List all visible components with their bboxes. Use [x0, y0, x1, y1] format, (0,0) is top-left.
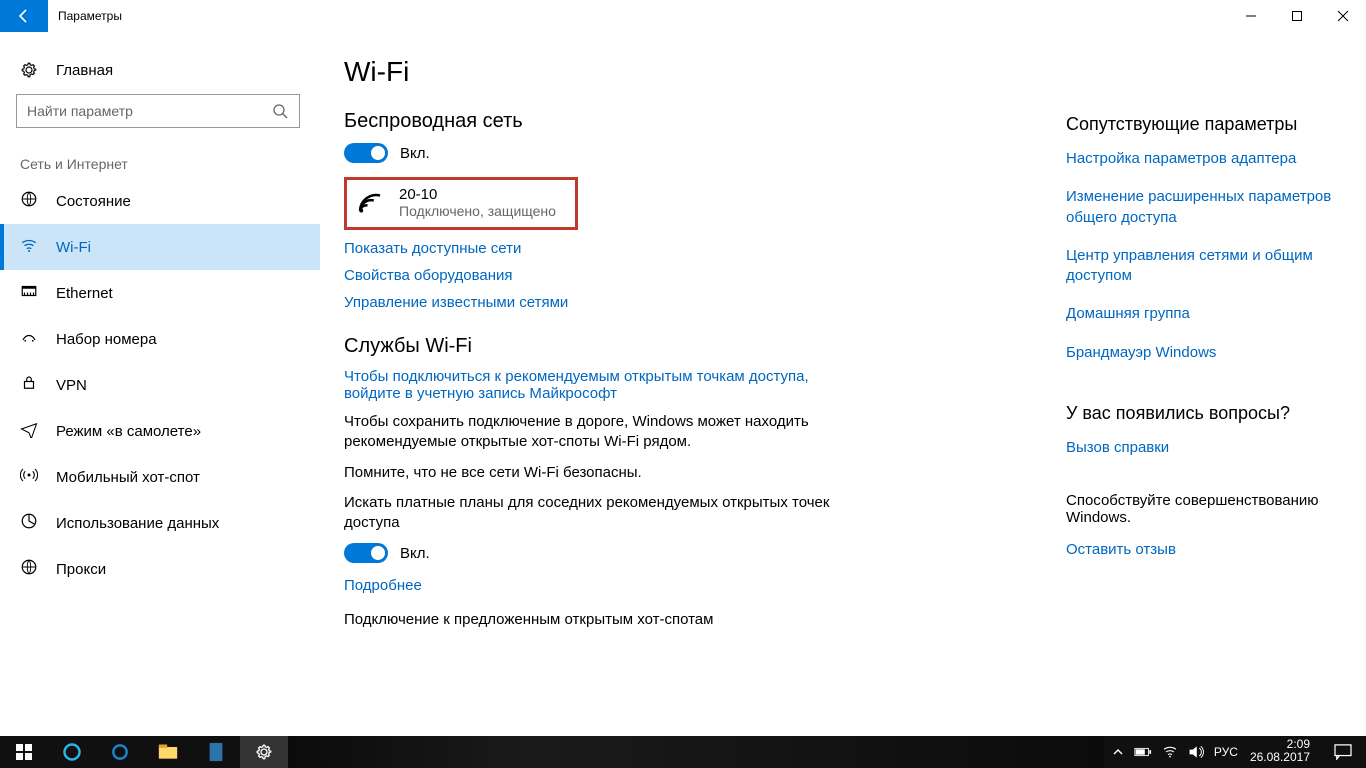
page-title: Wi-Fi [344, 56, 1046, 88]
sidebar-category: Сеть и Интернет [0, 138, 320, 178]
search-input[interactable]: Найти параметр [16, 94, 300, 128]
para-warn: Помните, что не все сети Wi-Fi безопасны… [344, 463, 864, 483]
link-show-networks[interactable]: Показать доступные сети [344, 240, 1046, 257]
sidebar-item-label: Прокси [56, 561, 106, 578]
taskbar-settings[interactable] [240, 736, 288, 768]
right-column: Сопутствующие параметры Настройка параме… [1066, 32, 1366, 736]
wifi-signal-icon [355, 188, 385, 218]
link-hw-props[interactable]: Свойства оборудования [344, 267, 1046, 284]
sidebar-item-label: Wi-Fi [56, 239, 91, 256]
rlink-help[interactable]: Вызов справки [1066, 438, 1342, 458]
sidebar-item-ethernet[interactable]: Ethernet [0, 270, 320, 316]
minimize-button[interactable] [1228, 0, 1274, 32]
rlink-feedback[interactable]: Оставить отзыв [1066, 540, 1342, 560]
tray-wifi-icon[interactable] [1162, 745, 1178, 759]
status-icon [20, 190, 38, 213]
hotspot-icon [20, 466, 38, 489]
ethernet-icon [20, 282, 38, 305]
wireless-heading: Беспроводная сеть [344, 110, 1046, 133]
tray-lang[interactable]: РУС [1214, 745, 1238, 759]
sidebar-item-hotspot[interactable]: Мобильный хот-спот [0, 454, 320, 500]
network-ssid: 20-10 [399, 186, 556, 203]
search-placeholder: Найти параметр [27, 103, 133, 119]
taskbar: РУС 2:09 26.08.2017 [0, 736, 1366, 768]
proxy-icon [20, 558, 38, 581]
taskbar-app-2[interactable] [192, 736, 240, 768]
wifi-toggle-label: Вкл. [400, 145, 430, 162]
paid-plans-toggle[interactable] [344, 543, 388, 563]
related-heading: Сопутствующие параметры [1066, 114, 1342, 135]
wifi-services-heading: Службы Wi-Fi [344, 335, 1046, 358]
wifi-toggle[interactable] [344, 143, 388, 163]
sidebar-item-proxy[interactable]: Прокси [0, 546, 320, 592]
rlink-adapter[interactable]: Настройка параметров адаптера [1066, 149, 1342, 169]
back-button[interactable] [0, 0, 48, 32]
sidebar-item-status[interactable]: Состояние [0, 178, 320, 224]
sidebar-item-vpn[interactable]: VPN [0, 362, 320, 408]
taskbar-edge[interactable] [48, 736, 96, 768]
questions-heading: У вас появились вопросы? [1066, 403, 1342, 424]
sidebar-item-label: Мобильный хот-спот [56, 469, 200, 486]
content-area: Wi-Fi Беспроводная сеть Вкл. 20-10 Подкл… [320, 32, 1066, 736]
window-title: Параметры [48, 0, 132, 32]
network-status: Подключено, защищено [399, 203, 556, 219]
sidebar-item-label: Ethernet [56, 285, 113, 302]
taskbar-spacer [288, 736, 1104, 768]
tray-chevron-icon[interactable] [1112, 746, 1124, 758]
para-roaming: Чтобы сохранить подключение в дороге, Wi… [344, 412, 864, 453]
paid-plans-toggle-label: Вкл. [400, 545, 430, 562]
dialup-icon [20, 328, 38, 351]
datausage-icon [20, 512, 38, 535]
taskbar-app-1[interactable] [96, 736, 144, 768]
rlink-netcenter[interactable]: Центр управления сетями и общим доступом [1066, 246, 1342, 287]
tray-battery-icon[interactable] [1134, 746, 1152, 758]
sidebar-home[interactable]: Главная [0, 48, 320, 92]
vpn-icon [20, 374, 38, 397]
maximize-button[interactable] [1274, 0, 1320, 32]
sidebar-home-label: Главная [56, 62, 113, 79]
wifi-icon [20, 236, 38, 259]
action-center-button[interactable] [1320, 736, 1366, 768]
titlebar: Параметры [0, 0, 1366, 32]
sidebar-item-label: Набор номера [56, 331, 157, 348]
para-suggested: Подключение к предложенным открытым хот-… [344, 610, 864, 630]
start-button[interactable] [0, 736, 48, 768]
link-signin[interactable]: Чтобы подключиться к рекомендуемым откры… [344, 368, 864, 402]
sidebar-item-wifi[interactable]: Wi-Fi [0, 224, 320, 270]
taskbar-clock[interactable]: 2:09 26.08.2017 [1246, 736, 1320, 768]
rlink-sharing[interactable]: Изменение расширенных параметров общего … [1066, 187, 1342, 228]
link-learn-more[interactable]: Подробнее [344, 577, 1046, 594]
sidebar-item-label: VPN [56, 377, 87, 394]
close-button[interactable] [1320, 0, 1366, 32]
rlink-homegroup[interactable]: Домашняя группа [1066, 304, 1342, 324]
sidebar-item-label: Режим «в самолете» [56, 423, 201, 440]
sidebar-item-dialup[interactable]: Набор номера [0, 316, 320, 362]
system-tray[interactable]: РУС [1104, 736, 1246, 768]
gear-icon [20, 61, 38, 79]
improve-heading: Способствуйте совершенствованию Windows. [1066, 492, 1342, 526]
current-network[interactable]: 20-10 Подключено, защищено [344, 177, 578, 230]
rlink-firewall[interactable]: Брандмауэр Windows [1066, 343, 1342, 363]
airplane-icon [20, 420, 38, 443]
sidebar-item-label: Состояние [56, 193, 131, 210]
search-icon [271, 102, 289, 120]
sidebar-item-airplane[interactable]: Режим «в самолете» [0, 408, 320, 454]
tray-volume-icon[interactable] [1188, 745, 1204, 759]
sidebar: Главная Найти параметр Сеть и Интернет С… [0, 32, 320, 736]
para-paid: Искать платные планы для соседних рекоме… [344, 493, 864, 534]
sidebar-item-label: Использование данных [56, 515, 219, 532]
sidebar-item-datausage[interactable]: Использование данных [0, 500, 320, 546]
link-manage-known[interactable]: Управление известными сетями [344, 294, 1046, 311]
clock-date: 26.08.2017 [1250, 751, 1310, 764]
taskbar-explorer[interactable] [144, 736, 192, 768]
